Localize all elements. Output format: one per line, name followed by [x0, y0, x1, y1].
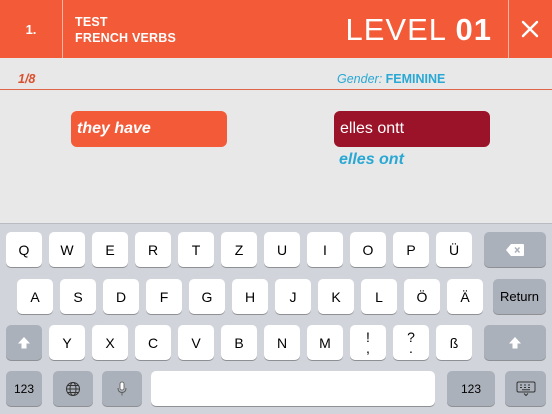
shift-key-right[interactable] — [484, 325, 546, 360]
header-bar: 1. TEST FRENCH VERBS LEVEL 01 — [0, 0, 552, 58]
answer-input[interactable]: elles ontt — [334, 111, 490, 147]
key-v[interactable]: V — [178, 325, 214, 360]
test-title-line2: FRENCH VERBS — [75, 31, 177, 45]
key-exclaim-comma[interactable]: ! , — [350, 325, 386, 360]
key-d[interactable]: D — [103, 279, 139, 314]
key-s[interactable]: S — [60, 279, 96, 314]
key-o-umlaut[interactable]: Ö — [404, 279, 440, 314]
key-z[interactable]: Z — [221, 232, 257, 267]
return-key[interactable]: Return — [493, 279, 546, 314]
key-u-umlaut[interactable]: Ü — [436, 232, 472, 267]
key-x[interactable]: X — [92, 325, 128, 360]
key-r[interactable]: R — [135, 232, 171, 267]
test-title: TEST FRENCH VERBS — [75, 14, 176, 46]
level-number: 01 — [455, 12, 492, 47]
key-p[interactable]: P — [393, 232, 429, 267]
key-f[interactable]: F — [146, 279, 182, 314]
numbers-key[interactable]: 123 — [6, 371, 42, 406]
key-eszett[interactable]: ß — [436, 325, 472, 360]
key-i[interactable]: I — [307, 232, 343, 267]
key-a-umlaut[interactable]: Ä — [447, 279, 483, 314]
microphone-icon — [117, 381, 127, 395]
key-u[interactable]: U — [264, 232, 300, 267]
app: 1. TEST FRENCH VERBS LEVEL 01 1/8 Gender… — [0, 0, 552, 414]
key-k[interactable]: K — [318, 279, 354, 314]
on-screen-keyboard: Q W E R T Z U I O P Ü A S D F G H J K L … — [0, 223, 552, 414]
key-o[interactable]: O — [350, 232, 386, 267]
level-word: LEVEL — [345, 12, 446, 47]
key-bottom-glyph: . — [409, 339, 413, 356]
divider — [0, 89, 552, 90]
shift-icon — [18, 336, 30, 348]
key-y[interactable]: Y — [49, 325, 85, 360]
key-bottom-glyph: , — [366, 339, 370, 356]
globe-icon — [66, 381, 80, 396]
key-l[interactable]: L — [361, 279, 397, 314]
key-h[interactable]: H — [232, 279, 268, 314]
key-n[interactable]: N — [264, 325, 300, 360]
gender-label: Gender: — [337, 72, 383, 86]
dictation-key[interactable] — [102, 371, 142, 406]
key-q[interactable]: Q — [6, 232, 42, 267]
globe-key[interactable] — [53, 371, 93, 406]
key-a[interactable]: A — [17, 279, 53, 314]
key-t[interactable]: T — [178, 232, 214, 267]
test-title-line1: TEST — [75, 15, 108, 29]
header-divider — [62, 0, 63, 58]
shift-key[interactable] — [6, 325, 42, 360]
backspace-icon — [506, 243, 524, 256]
key-g[interactable]: G — [189, 279, 225, 314]
close-button[interactable] — [508, 0, 552, 58]
level-indicator: LEVEL 01 — [346, 10, 492, 50]
key-e[interactable]: E — [92, 232, 128, 267]
key-m[interactable]: M — [307, 325, 343, 360]
delete-key[interactable] — [484, 232, 546, 267]
gender-value: FEMININE — [385, 72, 446, 86]
gender-hint: Gender: FEMININE — [337, 72, 445, 86]
progress-counter: 1/8 — [18, 72, 36, 86]
close-icon — [521, 20, 539, 38]
prompt-phrase: they have — [71, 111, 227, 147]
numbers-key-right[interactable]: 123 — [447, 371, 495, 406]
space-bar[interactable] — [151, 371, 435, 406]
key-w[interactable]: W — [49, 232, 85, 267]
question-number: 1. — [25, 21, 37, 37]
shift-icon — [509, 336, 521, 348]
key-c[interactable]: C — [135, 325, 171, 360]
key-j[interactable]: J — [275, 279, 311, 314]
key-b[interactable]: B — [221, 325, 257, 360]
key-question-period[interactable]: ? . — [393, 325, 429, 360]
keyboard-hide-icon — [516, 381, 535, 396]
correct-answer: elles ont — [339, 151, 404, 168]
hide-keyboard-key[interactable] — [505, 371, 546, 406]
